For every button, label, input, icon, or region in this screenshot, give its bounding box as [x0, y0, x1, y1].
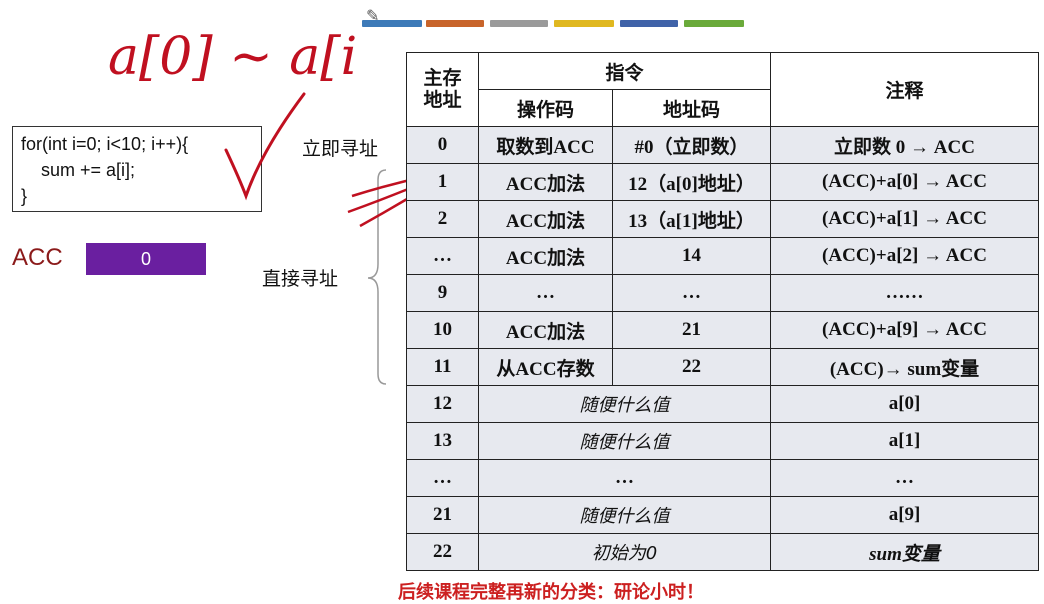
- cell-note: (ACC)+a[2] → ACC: [770, 237, 1040, 275]
- data-row: 13 随便什么值 a[1]: [406, 422, 1040, 460]
- cell-note: (ACC)→ sum变量: [770, 348, 1040, 386]
- cell-note: a[0]: [770, 385, 1040, 423]
- code-line: sum += a[i];: [21, 160, 136, 180]
- code-line: for(int i=0; i<10; i++){: [21, 134, 189, 154]
- table-row: 2 ACC加法 13（a[1]地址） (ACC)+a[1] → ACC: [406, 200, 1040, 238]
- table-row: 9 … … ……: [406, 274, 1040, 312]
- cell-content: 随便什么值: [477, 422, 772, 460]
- cell-content: …: [477, 459, 772, 497]
- cell-address: 0: [406, 126, 479, 164]
- cell-note: …: [770, 459, 1040, 497]
- cell-opcode: 取数到ACC: [478, 126, 613, 164]
- brace-bracket: [367, 169, 387, 385]
- cell-address: 9: [406, 274, 479, 312]
- cell-addrcode: …: [611, 274, 772, 312]
- acc-label: ACC: [12, 244, 63, 271]
- data-row: 12 随便什么值 a[0]: [406, 385, 1040, 423]
- cell-note: sum变量: [770, 533, 1040, 571]
- header-addrcode: 地址码: [611, 89, 772, 127]
- cell-address: 11: [406, 348, 479, 386]
- data-row: 22 初始为0 sum变量: [406, 533, 1040, 571]
- cell-addrcode: 22: [611, 348, 772, 386]
- data-row: … … …: [406, 459, 1040, 497]
- table-header-row: 主存 地址 指令 注释: [406, 52, 1040, 127]
- cell-note: ……: [770, 274, 1040, 312]
- cell-address: …: [406, 237, 479, 275]
- cell-note: (ACC)+a[1] → ACC: [770, 200, 1040, 238]
- cell-note: 立即数 0 → ACC: [770, 126, 1040, 164]
- cell-note: (ACC)+a[9] → ACC: [770, 311, 1040, 349]
- acc-register-value: 0: [86, 243, 206, 275]
- cell-address: 10: [406, 311, 479, 349]
- cell-addrcode: #0（立即数）: [611, 126, 772, 164]
- bar-yellow: [554, 20, 614, 27]
- table-row: 11 从ACC存数 22 (ACC)→ sum变量: [406, 348, 1040, 386]
- header-opcode: 操作码: [478, 89, 613, 127]
- table-row: 10 ACC加法 21 (ACC)+a[9] → ACC: [406, 311, 1040, 349]
- bar-green: [684, 20, 744, 27]
- cell-address: 21: [406, 496, 479, 534]
- header-address: 主存 地址: [406, 52, 479, 127]
- bar-gray: [490, 20, 548, 27]
- immediate-addressing-label: 立即寻址: [302, 138, 379, 160]
- header-note: 注释: [770, 52, 1040, 127]
- cell-address: 12: [406, 385, 479, 423]
- bar-orange: [426, 20, 484, 27]
- pen-cursor-icon: ✎: [366, 6, 380, 25]
- memory-table: 主存 地址 指令 注释 操作码 地址码 0 取数到ACC #0（立即数） 立即数…: [406, 52, 1040, 571]
- data-row: 21 随便什么值 a[9]: [406, 496, 1040, 534]
- cell-address: 2: [406, 200, 479, 238]
- cell-address: …: [406, 459, 479, 497]
- cell-addrcode: 12（a[0]地址）: [611, 163, 772, 201]
- handwritten-note: a[0] ~ a[i: [108, 27, 357, 87]
- bar-navy: [620, 20, 678, 27]
- cell-note: a[1]: [770, 422, 1040, 460]
- cell-opcode: ACC加法: [478, 200, 613, 238]
- cell-content: 初始为0: [477, 533, 772, 571]
- code-line: }: [21, 186, 28, 206]
- cell-address: 13: [406, 422, 479, 460]
- cell-opcode: ACC加法: [478, 237, 613, 275]
- cell-addrcode: 21: [611, 311, 772, 349]
- cell-opcode: ACC加法: [478, 163, 613, 201]
- cell-content: 随便什么值: [477, 496, 772, 534]
- table-row: … ACC加法 14 (ACC)+a[2] → ACC: [406, 237, 1040, 275]
- cell-address: 1: [406, 163, 479, 201]
- cell-opcode: ACC加法: [478, 311, 613, 349]
- cell-address: 22: [406, 533, 479, 571]
- table-row: 1 ACC加法 12（a[0]地址） (ACC)+a[0] → ACC: [406, 163, 1040, 201]
- table-row: 0 取数到ACC #0（立即数） 立即数 0 → ACC: [406, 126, 1040, 164]
- header-instruction: 指令: [477, 52, 772, 90]
- direct-addressing-label: 直接寻址: [262, 268, 339, 290]
- cell-addrcode: 13（a[1]地址）: [611, 200, 772, 238]
- bottom-caption: 后续课程完整再新的分类：研论小时！: [398, 582, 704, 603]
- code-snippet: for(int i=0; i<10; i++){ sum += a[i]; }: [12, 126, 262, 212]
- cell-opcode: …: [478, 274, 613, 312]
- cell-note: (ACC)+a[0] → ACC: [770, 163, 1040, 201]
- cell-content: 随便什么值: [477, 385, 772, 423]
- cell-note: a[9]: [770, 496, 1040, 534]
- cell-opcode: 从ACC存数: [478, 348, 613, 386]
- cell-addrcode: 14: [611, 237, 772, 275]
